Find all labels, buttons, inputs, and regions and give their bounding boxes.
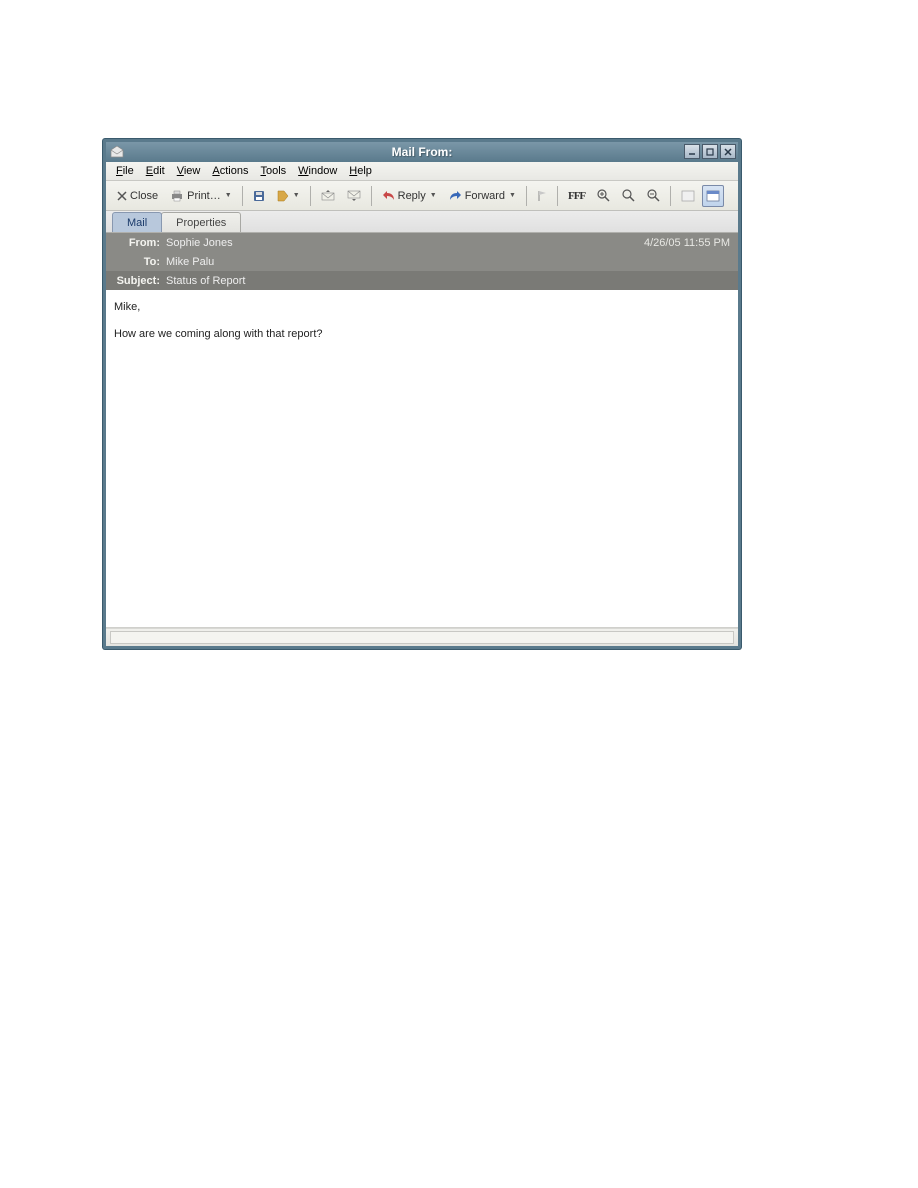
menu-actions-rest: ctions	[220, 165, 249, 177]
window-title: Mail From:	[392, 145, 453, 159]
tab-properties[interactable]: Properties	[161, 212, 241, 232]
tag-icon	[277, 190, 289, 202]
save-button[interactable]	[248, 185, 270, 207]
view-plain-button[interactable]	[676, 185, 700, 207]
toolbar-separator	[526, 186, 527, 206]
toolbar-separator	[557, 186, 558, 206]
zoom-reset-button[interactable]	[617, 185, 640, 207]
close-button[interactable]: Close	[112, 185, 163, 207]
to-label: To:	[114, 256, 166, 268]
from-value: Sophie Jones	[166, 237, 233, 249]
zoom-out-button[interactable]	[642, 185, 665, 207]
message-header: From: Sophie Jones 4/26/05 11:55 PM To: …	[106, 233, 738, 290]
from-label: From:	[114, 237, 166, 249]
view-plain-icon	[681, 190, 695, 202]
subject-label: Subject:	[114, 275, 166, 287]
menu-actions[interactable]: Actions	[206, 163, 254, 179]
save-icon	[253, 190, 265, 202]
tag-button[interactable]: ▼	[272, 185, 305, 207]
body-line-1: Mike,	[114, 300, 730, 315]
menu-tools[interactable]: Tools	[254, 163, 292, 179]
envelope-down-icon	[347, 190, 361, 201]
to-value: Mike Palu	[166, 256, 214, 268]
envelope-up-icon	[321, 190, 335, 201]
menu-help-rest: elp	[357, 165, 372, 177]
reply-icon	[382, 190, 395, 201]
next-button[interactable]	[342, 185, 366, 207]
body-line-2: How are we coming along with that report…	[114, 327, 730, 342]
app-icon	[109, 144, 125, 160]
header-from-row: From: Sophie Jones 4/26/05 11:55 PM	[106, 233, 738, 252]
toolbar-separator	[670, 186, 671, 206]
zoom-in-icon	[597, 189, 610, 202]
zoom-in-button[interactable]	[592, 185, 615, 207]
tab-row: Mail Properties	[106, 211, 738, 233]
toolbar-separator	[310, 186, 311, 206]
fff-button[interactable]: FFF	[563, 185, 590, 207]
header-subject-row: Subject: Status of Report	[106, 271, 738, 290]
menubar: File Edit View Actions Tools Window Help	[106, 162, 738, 181]
dropdown-arrow-icon: ▼	[293, 192, 300, 199]
menu-view[interactable]: View	[171, 163, 207, 179]
statusbar	[106, 628, 738, 646]
titlebar: Mail From:	[106, 142, 738, 162]
menu-view-rest: iew	[184, 165, 201, 177]
minimize-button[interactable]	[684, 144, 700, 159]
zoom-out-icon	[647, 189, 660, 202]
menu-edit-rest: dit	[153, 165, 165, 177]
toolbar: Close Print… ▼ ▼ Reply ▼ Forwa	[106, 181, 738, 211]
flag-button[interactable]	[532, 185, 552, 207]
dropdown-arrow-icon: ▼	[430, 192, 437, 199]
menu-window[interactable]: Window	[292, 163, 343, 179]
menu-file[interactable]: File	[110, 163, 140, 179]
reply-button[interactable]: Reply ▼	[377, 185, 442, 207]
menu-file-rest: ile	[123, 165, 134, 177]
status-well	[110, 631, 734, 644]
subject-value: Status of Report	[166, 275, 246, 287]
zoom-icon	[622, 189, 635, 202]
print-icon	[170, 190, 184, 202]
menu-edit[interactable]: Edit	[140, 163, 171, 179]
tab-mail[interactable]: Mail	[112, 212, 162, 232]
dropdown-arrow-icon: ▼	[509, 192, 516, 199]
forward-icon	[449, 190, 462, 201]
menu-tools-rest: ools	[266, 165, 286, 177]
forward-label: Forward	[465, 190, 505, 202]
print-button[interactable]: Print… ▼	[165, 185, 237, 207]
forward-button[interactable]: Forward ▼	[444, 185, 521, 207]
prev-button[interactable]	[316, 185, 340, 207]
fff-label: FFF	[568, 190, 585, 202]
toolbar-separator	[371, 186, 372, 206]
dropdown-arrow-icon: ▼	[225, 192, 232, 199]
maximize-button[interactable]	[702, 144, 718, 159]
print-label: Print…	[187, 190, 221, 202]
close-icon	[117, 191, 127, 201]
flag-icon	[537, 190, 547, 202]
menu-help[interactable]: Help	[343, 163, 378, 179]
toolbar-separator	[242, 186, 243, 206]
window-controls	[684, 144, 736, 159]
view-header-icon	[706, 190, 720, 202]
close-label: Close	[130, 190, 158, 202]
date-value: 4/26/05 11:55 PM	[644, 237, 730, 249]
reply-label: Reply	[398, 190, 426, 202]
close-window-button[interactable]	[720, 144, 736, 159]
message-body: Mike, How are we coming along with that …	[106, 290, 738, 628]
view-header-button[interactable]	[702, 185, 724, 207]
header-to-row: To: Mike Palu	[106, 252, 738, 271]
mail-window: Mail From: File Edit View Actions Tools …	[103, 139, 741, 649]
menu-window-rest: indow	[309, 165, 338, 177]
